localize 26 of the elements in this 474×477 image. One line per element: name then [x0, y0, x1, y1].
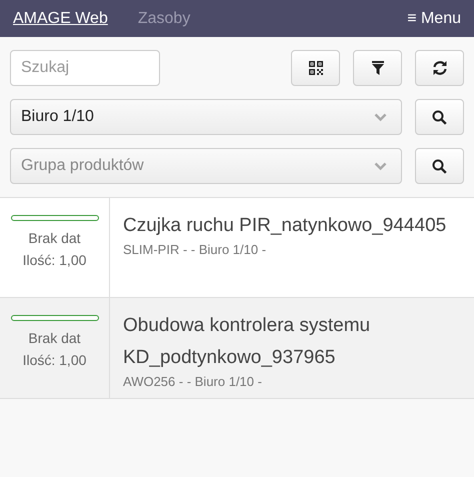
status-text: Brak dat — [28, 229, 81, 248]
product-name: Obudowa kontrolera systemu KD_podtynkowo_937965 — [123, 314, 372, 370]
qr-code-icon — [308, 61, 322, 75]
search-field[interactable]: Szukaj — [10, 50, 160, 86]
search-button[interactable] — [415, 99, 464, 135]
qr-code-button[interactable] — [291, 50, 340, 86]
chevron-down-icon — [374, 162, 387, 170]
brand-link[interactable]: AMAGE Web — [13, 10, 108, 28]
search-button[interactable] — [415, 148, 464, 184]
menu-button[interactable]: ≡ Menu — [407, 10, 461, 28]
quantity-text: Ilość: 1,00 — [22, 351, 86, 370]
search-icon — [432, 158, 447, 174]
status-text: Brak dat — [28, 329, 81, 348]
quantity-text: Ilość: 1,00 — [22, 251, 86, 270]
filter-button[interactable] — [353, 50, 402, 86]
product-details: SLIM-PIR - - Biuro 1/10 - — [123, 242, 268, 258]
chevron-down-icon — [374, 112, 387, 122]
product-list-item[interactable]: Brak dat Ilość: 1,00 Obudowa kontrolera systemu KD_podtynkowo_937965 AWO256 - - Biuro 1/10 - — [0, 298, 474, 399]
search-icon — [432, 110, 447, 124]
filter-icon — [372, 61, 384, 75]
location-select[interactable]: Biuro 1/10 — [10, 99, 402, 135]
product-list-item[interactable]: Brak dat Ilość: 1,00 Czujka ruchu PIR_natynkowo_944405 SLIM-PIR - - Biuro 1/10 - — [0, 198, 474, 298]
product-name: Czujka ruchu PIR_natynkowo_944405 — [123, 214, 446, 238]
product-details: AWO256 - - Biuro 1/10 - — [123, 374, 263, 390]
refresh-icon — [432, 60, 448, 76]
refresh-button[interactable] — [415, 50, 464, 86]
